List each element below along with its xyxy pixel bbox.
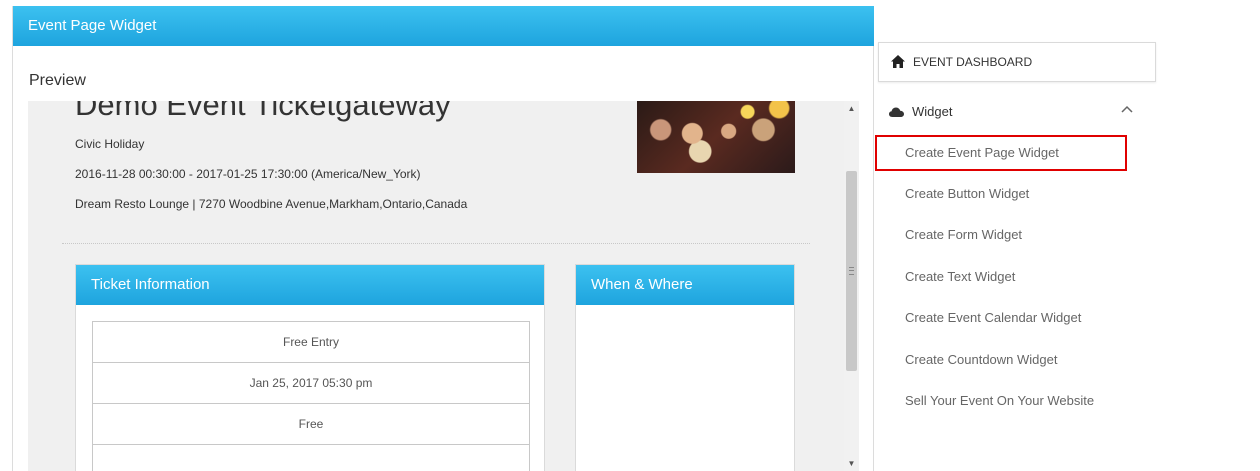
ticket-row-price: Free [93,404,529,445]
scroll-down-arrow-icon[interactable]: ▼ [844,456,859,471]
preview-frame[interactable]: Demo Event Ticketgateway Civic Holiday 2… [28,101,859,471]
event-venue: Dream Resto Lounge | 7270 Woodbine Avenu… [75,197,468,211]
grip-icon [849,267,854,275]
event-category: Civic Holiday [75,137,145,151]
menu-create-countdown-widget[interactable]: Create Countdown Widget [905,352,1057,367]
menu-create-button-widget[interactable]: Create Button Widget [905,186,1029,201]
event-page-widget-panel: Event Page Widget Preview Demo Event Tic… [12,6,874,471]
event-datetime: 2016-11-28 00:30:00 - 2017-01-25 17:30:0… [75,167,421,181]
scroll-thumb[interactable] [846,171,857,371]
scroll-up-arrow-icon[interactable]: ▲ [844,101,859,116]
menu-create-event-calendar-widget[interactable]: Create Event Calendar Widget [905,310,1081,325]
ticket-table: Free Entry Jan 25, 2017 05:30 pm Free [92,321,530,471]
menu-create-text-widget[interactable]: Create Text Widget [905,269,1015,284]
menu-sell-your-event[interactable]: Sell Your Event On Your Website [905,393,1094,408]
active-item-highlight [875,135,1127,171]
ticket-card-title: Ticket Information [76,265,544,305]
home-icon [891,55,905,68]
when-where-title: When & Where [576,265,794,305]
panel-title: Event Page Widget [13,6,874,46]
cloud-icon [889,107,904,117]
when-where-card: When & Where [575,264,795,471]
divider [62,243,810,244]
menu-create-form-widget[interactable]: Create Form Widget [905,227,1022,242]
event-dashboard-link[interactable]: EVENT DASHBOARD [878,42,1156,82]
event-dashboard-label: EVENT DASHBOARD [913,55,1033,69]
widget-section-label: Widget [912,104,953,119]
chevron-up-icon[interactable] [1121,105,1133,113]
ticket-row-date: Jan 25, 2017 05:30 pm [93,363,529,404]
ticket-information-card: Ticket Information Free Entry Jan 25, 20… [75,264,545,471]
event-image [637,101,795,173]
ticket-row-extra [93,445,529,471]
ticket-row-name: Free Entry [93,322,529,363]
preview-scrollbar[interactable]: ▲ ▼ [844,101,859,471]
preview-label: Preview [29,72,86,89]
widget-section-toggle[interactable]: Widget [888,101,1148,123]
event-title: Demo Event Ticketgateway [75,101,451,122]
